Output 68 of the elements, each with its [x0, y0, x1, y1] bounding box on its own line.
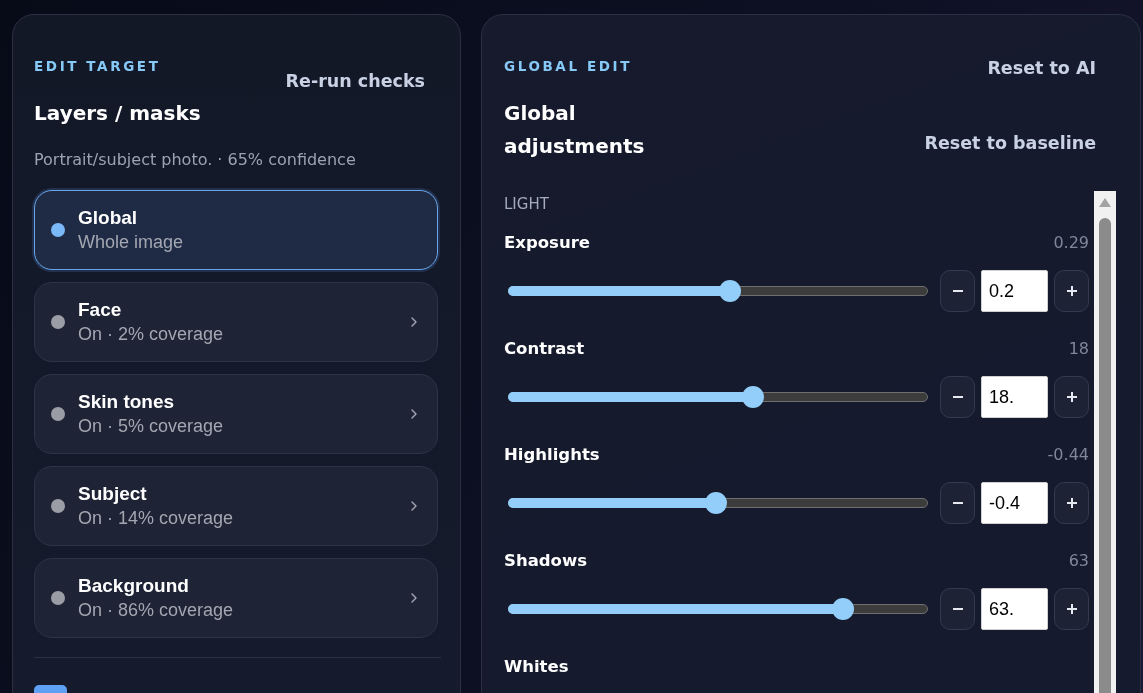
- rerun-checks-button[interactable]: Re-run checks: [271, 63, 439, 99]
- layer-detail: On · 2% coverage: [78, 323, 225, 346]
- plus-icon: [1066, 286, 1077, 296]
- slider-label: Exposure: [504, 232, 590, 254]
- number-input[interactable]: 63.: [981, 588, 1048, 630]
- chevron-right-icon: [411, 317, 417, 327]
- slider-track[interactable]: [508, 280, 928, 302]
- scrollbar[interactable]: [1094, 191, 1116, 693]
- slider-thumb[interactable]: [718, 280, 741, 302]
- increment-button[interactable]: [1054, 376, 1089, 418]
- plus-icon: [1066, 604, 1077, 614]
- number-input[interactable]: 18.: [981, 376, 1048, 418]
- slider-thumb[interactable]: [742, 386, 765, 408]
- chevron-right-icon: [411, 593, 417, 603]
- reset-button[interactable]: Reset to AI: [971, 51, 1116, 85]
- section-label: LIGHT: [504, 194, 550, 214]
- status-dot-icon: [51, 223, 65, 237]
- minus-icon: [952, 608, 963, 610]
- slider-label: Contrast: [504, 338, 585, 360]
- slider-label: Whites: [504, 656, 569, 678]
- increment-button[interactable]: [1054, 270, 1089, 312]
- slider-label: Highlights: [504, 444, 600, 466]
- scrollbar-thumb[interactable]: [1099, 218, 1111, 693]
- status-dot-icon: [51, 591, 65, 605]
- increment-button[interactable]: [1054, 482, 1089, 524]
- layer-item[interactable]: Subject On · 14% coverage: [34, 466, 438, 546]
- layer-item[interactable]: Face On · 2% coverage: [34, 282, 438, 362]
- slider-reading: 18: [1068, 338, 1089, 360]
- panel-title: Layers / masks: [34, 100, 201, 127]
- layer-detail: Whole image: [78, 231, 185, 254]
- layer-name: Background: [78, 574, 190, 598]
- chevron-right-icon: [411, 501, 417, 511]
- slider-reading: 63: [1068, 550, 1089, 572]
- layer-name: Global: [78, 206, 139, 230]
- plus-icon: [1066, 498, 1077, 508]
- slider-track[interactable]: [508, 386, 928, 408]
- layer-name: Skin tones: [78, 390, 176, 414]
- increment-button[interactable]: [1054, 588, 1089, 630]
- slider-thumb[interactable]: [705, 492, 728, 514]
- minus-icon: [952, 290, 963, 292]
- layer-item[interactable]: Skin tones On · 5% coverage: [34, 374, 438, 454]
- slider-label: Shadows: [504, 550, 587, 572]
- minus-icon: [952, 396, 963, 398]
- status-dot-icon: [51, 499, 65, 513]
- slider-reading: -0.44: [1047, 444, 1089, 466]
- slider-track[interactable]: [508, 598, 928, 620]
- panel-title: Global adjustments: [504, 100, 646, 160]
- number-input[interactable]: 0.2: [981, 270, 1048, 312]
- plus-icon: [1066, 392, 1077, 402]
- layer-name: Face: [78, 298, 123, 322]
- layer-item[interactable]: Background On · 86% coverage: [34, 558, 438, 638]
- detection-summary: Portrait/subject photo. · 65% confidence: [34, 149, 357, 171]
- layer-name: Subject: [78, 482, 148, 506]
- section-eyebrow: GLOBAL EDIT: [504, 57, 633, 75]
- slider-thumb[interactable]: [832, 598, 855, 620]
- number-input[interactable]: -0.4: [981, 482, 1048, 524]
- slider-track[interactable]: [508, 492, 928, 514]
- reset-button[interactable]: Reset to baseline: [908, 126, 1116, 160]
- layer-detail: On · 14% coverage: [78, 507, 235, 530]
- layer-detail: On · 86% coverage: [78, 599, 235, 622]
- layer-item[interactable]: Global Whole image: [34, 190, 438, 270]
- status-dot-icon: [51, 315, 65, 329]
- chevron-right-icon: [411, 409, 417, 419]
- status-dot-icon: [51, 407, 65, 421]
- slider-reading: 0.29: [1053, 232, 1089, 254]
- layer-detail: On · 5% coverage: [78, 415, 225, 438]
- minus-icon: [952, 502, 963, 504]
- section-eyebrow: EDIT TARGET: [34, 57, 162, 75]
